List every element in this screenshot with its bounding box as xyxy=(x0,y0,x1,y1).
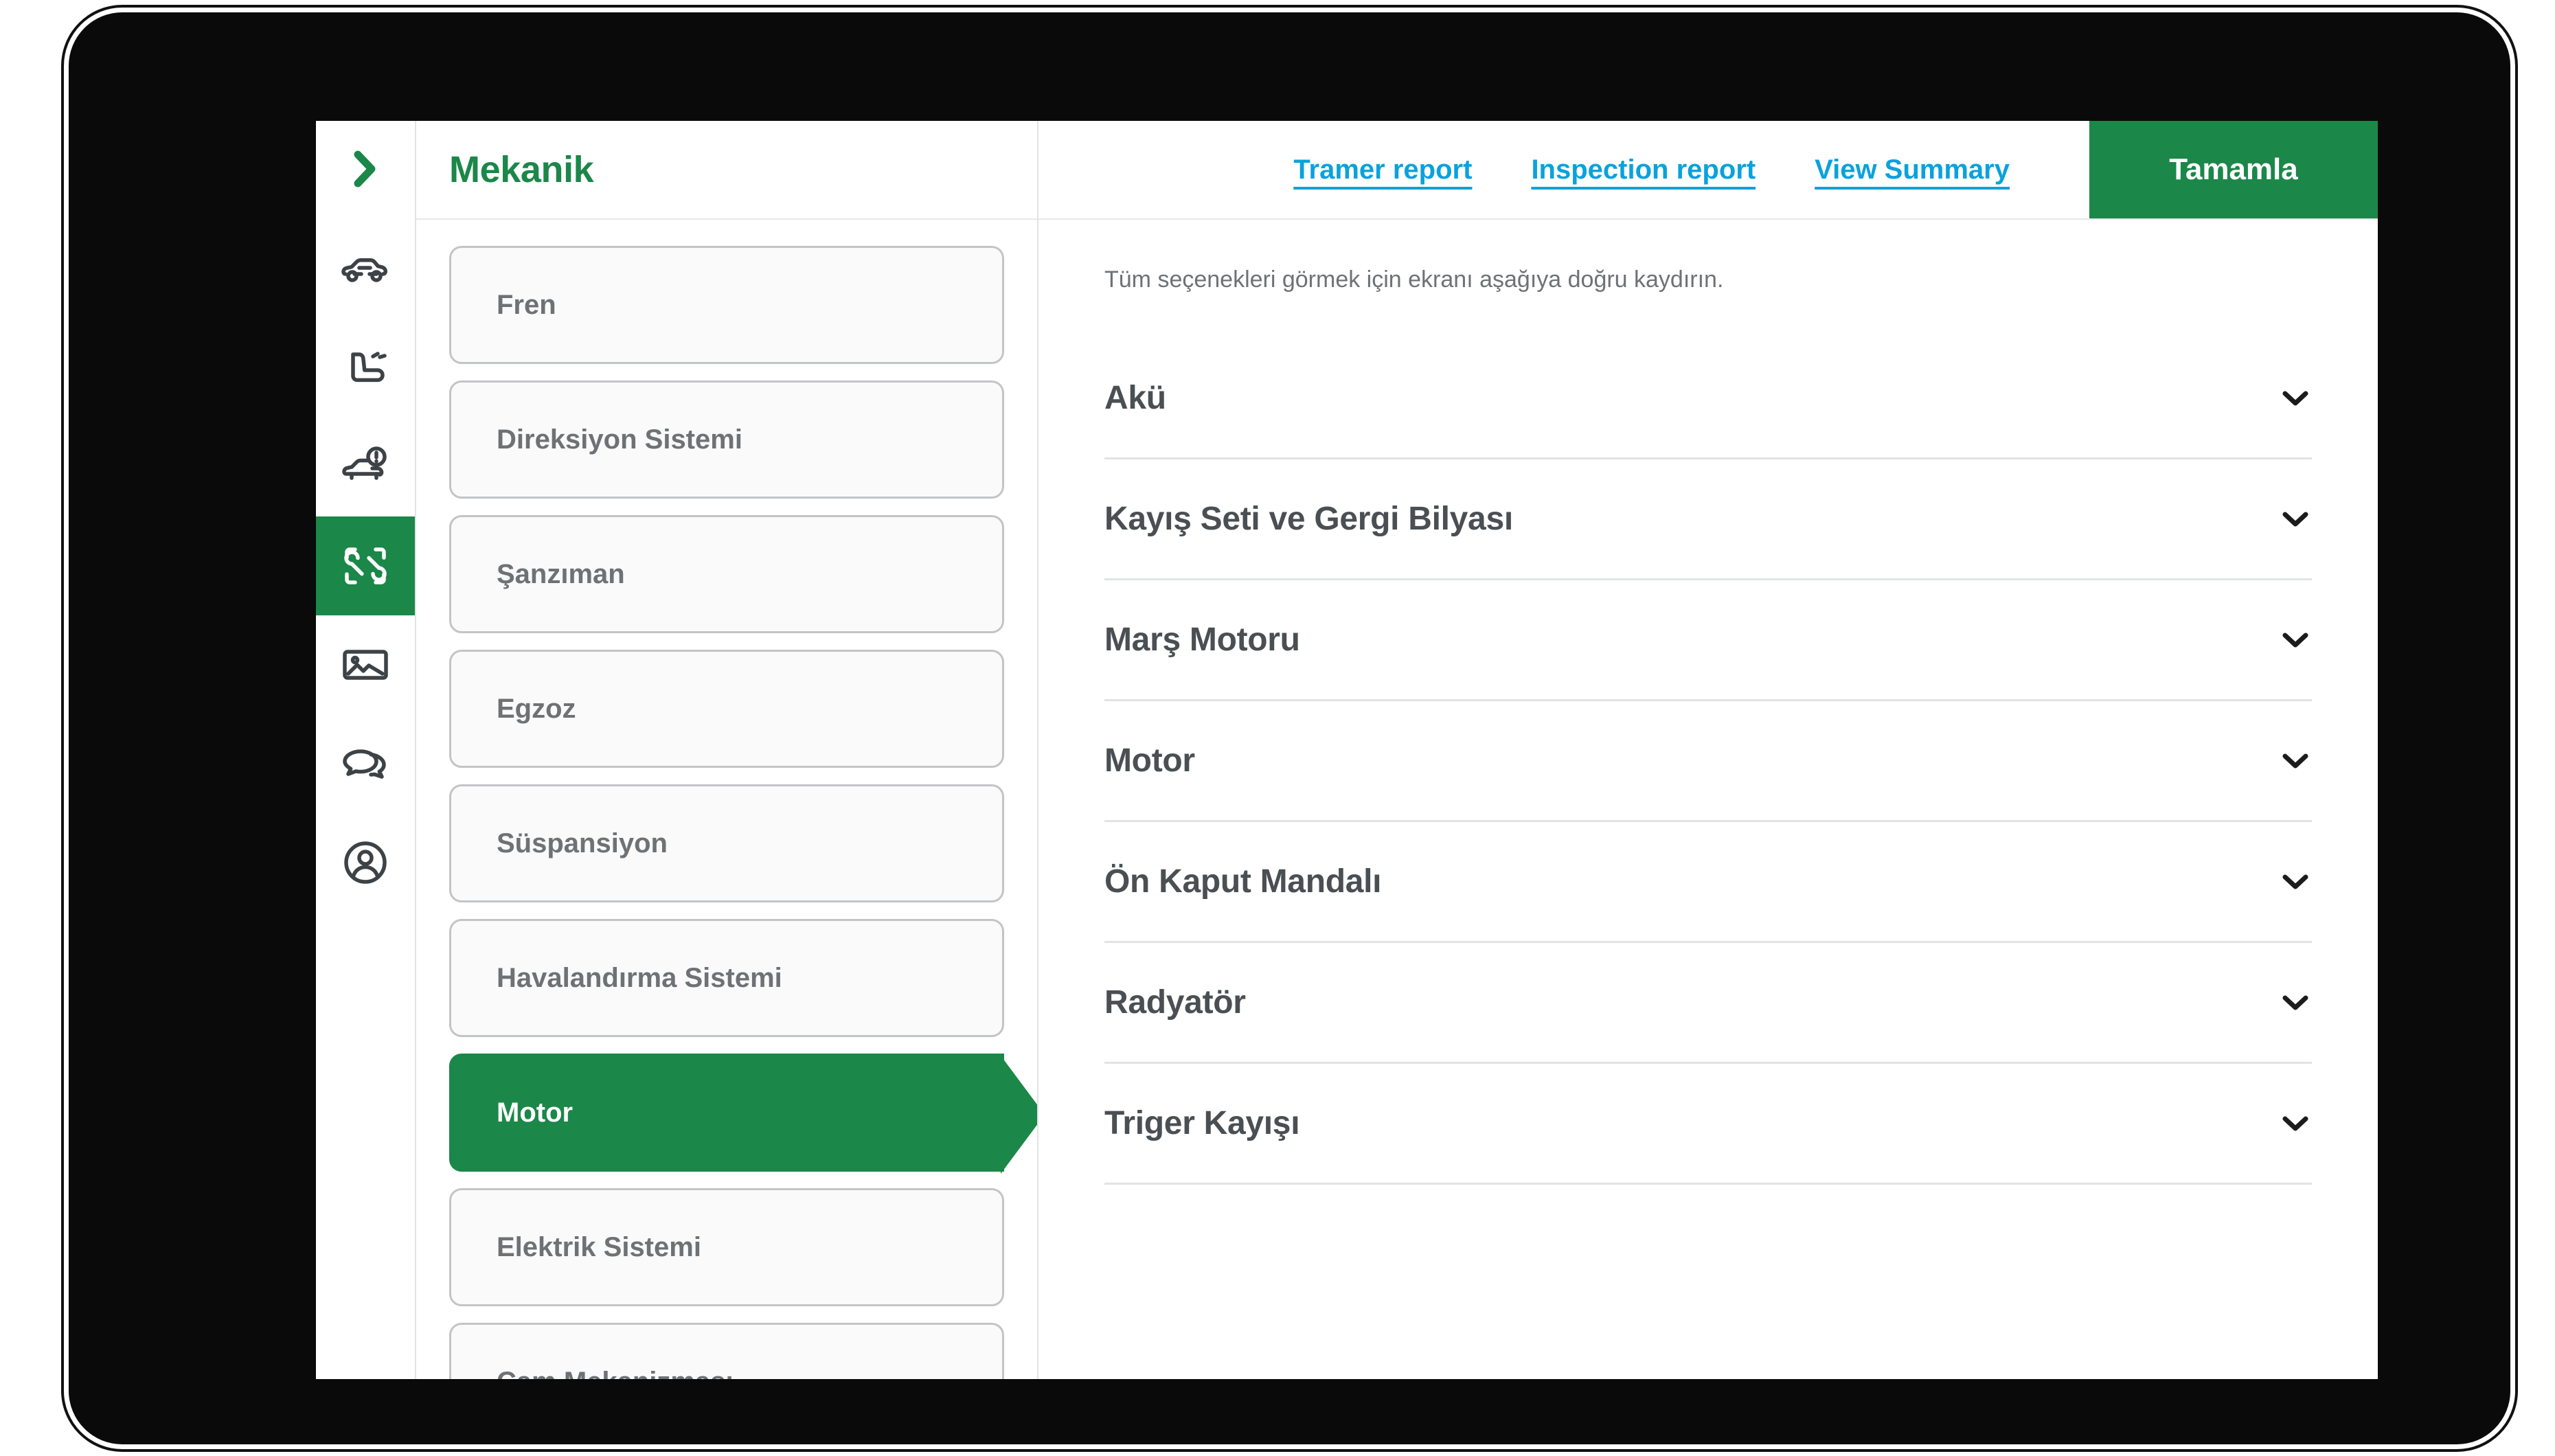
section-list-item-label: Cam Mekanizması xyxy=(497,1367,734,1380)
icon-rail-sidebar xyxy=(316,121,416,1379)
chevron-right-icon xyxy=(350,148,381,194)
car-seat-icon xyxy=(339,342,391,394)
section-list: Fren Direksiyon Sistemi Şanzıman Egzoz Süspa… xyxy=(416,220,1037,1379)
section-list-item-label: Egzoz xyxy=(497,693,576,724)
rail-item-car-seat[interactable] xyxy=(316,319,415,418)
list-pane-header: Mekanik xyxy=(416,121,1037,220)
accordion-row-label: Kayış Seti ve Gergi Bilyası xyxy=(1104,501,1513,537)
rail-item-image-photo[interactable] xyxy=(316,615,415,714)
top-nav-links: Tramer report Inspection report View Summa… xyxy=(1293,121,2089,218)
chevron-down-icon[interactable] xyxy=(2282,511,2309,527)
chevron-down-icon[interactable] xyxy=(2282,874,2309,890)
sidebar-expand-toggle[interactable] xyxy=(316,121,415,220)
accordion-row[interactable]: Marş Motoru xyxy=(1104,580,2312,701)
detail-pane: Tramer report Inspection report View Summa… xyxy=(1038,121,2378,1379)
accordion-panel: Tüm seçenekleri görmek için ekranı aşağı… xyxy=(1038,220,2378,1379)
chevron-down-icon[interactable] xyxy=(2282,632,2309,648)
top-bar: Tramer report Inspection report View Summa… xyxy=(1038,121,2378,220)
accordion-row-label: Akü xyxy=(1104,380,1166,416)
scroll-hint-text: Tüm seçenekleri görmek için ekranı aşağı… xyxy=(1104,266,1724,293)
rail-item-chat-bubbles[interactable] xyxy=(316,714,415,813)
app-screen: Mekanik Fren Direksiyon Sistemi Şanzıman Eg… xyxy=(316,121,2378,1379)
accordion-row-label: Motor xyxy=(1104,742,1195,779)
section-list-item[interactable]: Elektrik Sistemi xyxy=(449,1188,1004,1306)
chevron-down-icon[interactable] xyxy=(2282,1115,2309,1132)
chat-bubbles-icon xyxy=(339,738,391,790)
accordion-row[interactable]: Ön Kaput Mandalı xyxy=(1104,822,2312,943)
accordion-row[interactable]: Akü xyxy=(1104,339,2312,459)
section-list-item[interactable]: Motor xyxy=(449,1054,1037,1174)
top-link-inspection-report[interactable]: Inspection report xyxy=(1531,155,1756,185)
section-list-pane: Mekanik Fren Direksiyon Sistemi Şanzıman Eg… xyxy=(416,121,1038,1379)
section-list-item-label: Şanzıman xyxy=(497,558,625,589)
chevron-down-icon[interactable] xyxy=(2282,390,2309,407)
complete-button[interactable]: Tamamla xyxy=(2089,121,2378,218)
section-list-item[interactable]: Havalandırma Sistemi xyxy=(449,919,1004,1037)
top-link-view-summary[interactable]: View Summary xyxy=(1815,155,2010,185)
section-list-item-label: Elektrik Sistemi xyxy=(497,1231,701,1262)
rail-item-list xyxy=(316,220,415,912)
user-profile-icon xyxy=(339,837,391,889)
rail-item-car-damage-alert[interactable] xyxy=(316,418,415,516)
accordion-row-label: Triger Kayışı xyxy=(1104,1105,1300,1141)
section-list-item[interactable]: Cam Mekanizması xyxy=(449,1323,1004,1379)
accordion-row[interactable]: Triger Kayışı xyxy=(1104,1064,2312,1185)
rail-item-car[interactable] xyxy=(316,220,415,319)
accordion-row-label: Marş Motoru xyxy=(1104,622,1300,658)
rail-item-wrench-tools[interactable] xyxy=(316,516,415,615)
page-title: Mekanik xyxy=(449,149,594,190)
tablet-device-frame: Mekanik Fren Direksiyon Sistemi Şanzıman Eg… xyxy=(69,12,2510,1444)
wrench-tools-icon xyxy=(338,538,393,593)
section-list-item-label: Direksiyon Sistemi xyxy=(497,424,742,455)
chevron-down-icon[interactable] xyxy=(2282,994,2309,1011)
accordion-row-label: Ön Kaput Mandalı xyxy=(1104,863,1382,900)
accordion-list: Akü Kayış Seti ve Gergi Bilyası Marş Motor… xyxy=(1104,339,2312,1185)
accordion-row[interactable]: Kayış Seti ve Gergi Bilyası xyxy=(1104,459,2312,580)
chevron-down-icon[interactable] xyxy=(2282,753,2309,769)
section-list-item[interactable]: Şanzıman xyxy=(449,515,1004,633)
rail-item-user-profile[interactable] xyxy=(316,813,415,912)
accordion-row[interactable]: Radyatör xyxy=(1104,943,2312,1064)
section-list-item-label: Süspansiyon xyxy=(497,828,668,858)
car-damage-alert-icon xyxy=(339,441,391,493)
car-icon xyxy=(339,243,391,295)
image-photo-icon xyxy=(339,639,391,691)
top-link-tramer-report[interactable]: Tramer report xyxy=(1293,155,1472,185)
section-list-item[interactable]: Süspansiyon xyxy=(449,784,1004,902)
section-list-item-label: Havalandırma Sistemi xyxy=(497,962,782,993)
accordion-row-label: Radyatör xyxy=(1104,984,1246,1021)
accordion-row[interactable]: Motor xyxy=(1104,701,2312,822)
section-list-item[interactable]: Egzoz xyxy=(449,650,1004,768)
section-list-item[interactable]: Direksiyon Sistemi xyxy=(449,380,1004,499)
section-list-item-label: Fren xyxy=(497,289,556,320)
section-list-item[interactable]: Fren xyxy=(449,246,1004,364)
section-list-item-label: Motor xyxy=(497,1097,574,1128)
